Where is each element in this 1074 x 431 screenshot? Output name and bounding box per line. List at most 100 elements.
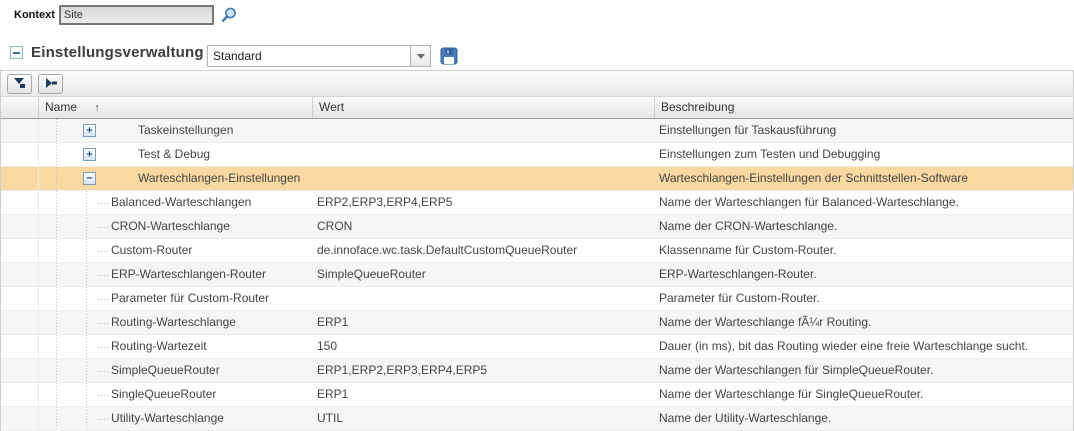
setting-value: ERP1 bbox=[313, 311, 655, 334]
collapse-all-button[interactable] bbox=[7, 74, 32, 94]
save-button[interactable] bbox=[440, 47, 458, 65]
setting-description: Dauer (in ms), bit das Routing wieder ei… bbox=[655, 335, 1073, 358]
setting-description: ERP-Warteschlangen-Router. bbox=[655, 263, 1073, 286]
setting-name: SimpleQueueRouter bbox=[111, 359, 220, 382]
table-row[interactable]: + Taskeinstellungen Einstellungen für Task… bbox=[1, 119, 1073, 143]
collapse-panel-icon[interactable] bbox=[10, 46, 23, 59]
table-header: Name ↑ Wert Beschreibung bbox=[1, 97, 1073, 119]
setting-value: ERP2,ERP3,ERP4,ERP5 bbox=[313, 191, 655, 214]
name-cell: Custom-Router bbox=[39, 239, 313, 262]
tree-guide-line bbox=[86, 359, 87, 382]
settings-grid: Name ↑ Wert Beschreibung + Taskeinstellun… bbox=[0, 70, 1074, 431]
tree-guide-line bbox=[56, 335, 57, 358]
table-row[interactable]: Utility-WarteschlangeUTILName der Utilit… bbox=[1, 407, 1073, 431]
context-label: Kontext bbox=[14, 9, 55, 21]
search-button[interactable] bbox=[220, 6, 238, 24]
tree-elbow-line bbox=[98, 347, 108, 348]
tree-guide-line bbox=[56, 239, 57, 262]
name-cell: Routing-Wartezeit bbox=[39, 335, 313, 358]
table-row[interactable]: CRON-WarteschlangeCRONName der CRON-Wart… bbox=[1, 215, 1073, 239]
setting-description: Parameter für Custom-Router. bbox=[655, 287, 1073, 310]
row-expander-cell bbox=[1, 311, 39, 334]
collapse-minus-icon[interactable]: − bbox=[83, 172, 96, 185]
tree-guide-line bbox=[86, 311, 87, 334]
tree-guide-line bbox=[56, 119, 57, 142]
row-expander-cell bbox=[1, 239, 39, 262]
setting-value bbox=[313, 119, 655, 142]
expand-plus-icon[interactable]: + bbox=[83, 148, 96, 161]
grid-toolbar bbox=[1, 71, 1073, 97]
settings-page: Kontext Einstellungsverwaltung Standard bbox=[0, 0, 1074, 431]
table-row[interactable]: SimpleQueueRouter ERP1,ERP2,ERP3,ERP4,ERP… bbox=[1, 359, 1073, 383]
context-input[interactable] bbox=[59, 5, 214, 25]
context-bar: Kontext bbox=[14, 5, 238, 25]
setting-value bbox=[313, 287, 655, 310]
expand-node-button[interactable] bbox=[38, 74, 63, 94]
setting-value: ERP1,ERP2,ERP3,ERP4,ERP5 bbox=[313, 359, 655, 382]
preset-combobox[interactable]: Standard bbox=[207, 45, 431, 67]
row-expander-cell bbox=[1, 167, 39, 190]
tree-guide-line bbox=[86, 239, 87, 262]
row-expander-cell bbox=[1, 119, 39, 142]
setting-value: SimpleQueueRouter bbox=[313, 263, 655, 286]
setting-value: ERP1 bbox=[313, 383, 655, 406]
tree-guide-line bbox=[86, 335, 87, 358]
tree-guide-line bbox=[86, 287, 87, 310]
tree-guide-line bbox=[86, 263, 87, 286]
page-title: Einstellungsverwaltung bbox=[31, 44, 204, 61]
name-cell: + Taskeinstellungen bbox=[39, 119, 313, 142]
tree-guide-line bbox=[56, 311, 57, 334]
name-cell: Balanced-Warteschlangen bbox=[39, 191, 313, 214]
tree-guide-line bbox=[56, 167, 57, 190]
chevron-down-icon bbox=[417, 54, 425, 59]
header-expander-column bbox=[1, 97, 39, 118]
table-row[interactable]: ERP-Warteschlangen-RouterSimpleQueueRout… bbox=[1, 263, 1073, 287]
row-expander-cell bbox=[1, 335, 39, 358]
setting-description: Warteschlangen-Einstellungen der Schnitt… bbox=[655, 167, 1073, 190]
table-row[interactable]: Parameter für Custom-Router Parameter für… bbox=[1, 287, 1073, 311]
header-beschreibung-label: Beschreibung bbox=[661, 100, 734, 114]
setting-description: Einstellungen zum Testen und Debugging bbox=[655, 143, 1073, 166]
table-body: + Taskeinstellungen Einstellungen für Task… bbox=[1, 119, 1073, 431]
setting-name: Warteschlangen-Einstellungen bbox=[138, 167, 300, 190]
name-cell: Parameter für Custom-Router bbox=[39, 287, 313, 310]
setting-value: de.innoface.wc.task.DefaultCustomQueueRo… bbox=[313, 239, 655, 262]
tree-elbow-line bbox=[98, 203, 108, 204]
name-cell: ERP-Warteschlangen-Router bbox=[39, 263, 313, 286]
setting-description: Name der Warteschlangen für SimpleQueueR… bbox=[655, 359, 1073, 382]
combobox-trigger[interactable] bbox=[410, 46, 430, 66]
expand-plus-icon[interactable]: + bbox=[83, 124, 96, 137]
name-cell: Routing-Warteschlange bbox=[39, 311, 313, 334]
setting-name: Taskeinstellungen bbox=[138, 119, 233, 142]
setting-description: Name der Warteschlange fÃ¼r Routing. bbox=[655, 311, 1073, 334]
sort-asc-icon: ↑ bbox=[94, 102, 100, 114]
table-row[interactable]: SingleQueueRouterERP1Name der Warteschla… bbox=[1, 383, 1073, 407]
row-expander-cell bbox=[1, 263, 39, 286]
row-expander-cell bbox=[1, 287, 39, 310]
header-name-column[interactable]: Name ↑ bbox=[39, 97, 313, 118]
setting-description: Name der CRON-Warteschlange. bbox=[655, 215, 1073, 238]
setting-description: Name der Warteschlange für SingleQueueRo… bbox=[655, 383, 1073, 406]
setting-name: Routing-Warteschlange bbox=[111, 311, 236, 334]
name-cell: SimpleQueueRouter bbox=[39, 359, 313, 382]
table-row[interactable]: +Test & DebugEinstellungen zum Testen un… bbox=[1, 143, 1073, 167]
tree-guide-line bbox=[56, 383, 57, 406]
tree-guide-line bbox=[56, 359, 57, 382]
setting-description: Einstellungen für Taskausführung bbox=[655, 119, 1073, 142]
tree-elbow-line bbox=[98, 419, 108, 420]
collapse-all-icon bbox=[13, 76, 27, 92]
setting-description: Klassenname für Custom-Router. bbox=[655, 239, 1073, 262]
setting-name: Routing-Wartezeit bbox=[111, 335, 207, 358]
table-row[interactable]: Balanced-Warteschlangen ERP2,ERP3,ERP4,ER… bbox=[1, 191, 1073, 215]
table-row[interactable]: Routing-Warteschlange ERP1Name der Wartes… bbox=[1, 311, 1073, 335]
setting-description: Name der Utility-Warteschlange. bbox=[655, 407, 1073, 430]
setting-value: UTIL bbox=[313, 407, 655, 430]
setting-name: Balanced-Warteschlangen bbox=[111, 191, 251, 214]
table-row[interactable]: Routing-Wartezeit150Dauer (in ms), bit d… bbox=[1, 335, 1073, 359]
header-beschreibung-column[interactable]: Beschreibung bbox=[655, 97, 1073, 118]
table-row[interactable]: Custom-Routerde.innoface.wc.task.Default… bbox=[1, 239, 1073, 263]
table-row[interactable]: − Warteschlangen-Einstellungen Warteschlan… bbox=[1, 167, 1073, 191]
header-wert-column[interactable]: Wert bbox=[313, 97, 655, 118]
row-expander-cell bbox=[1, 383, 39, 406]
tree-elbow-line bbox=[98, 227, 108, 228]
